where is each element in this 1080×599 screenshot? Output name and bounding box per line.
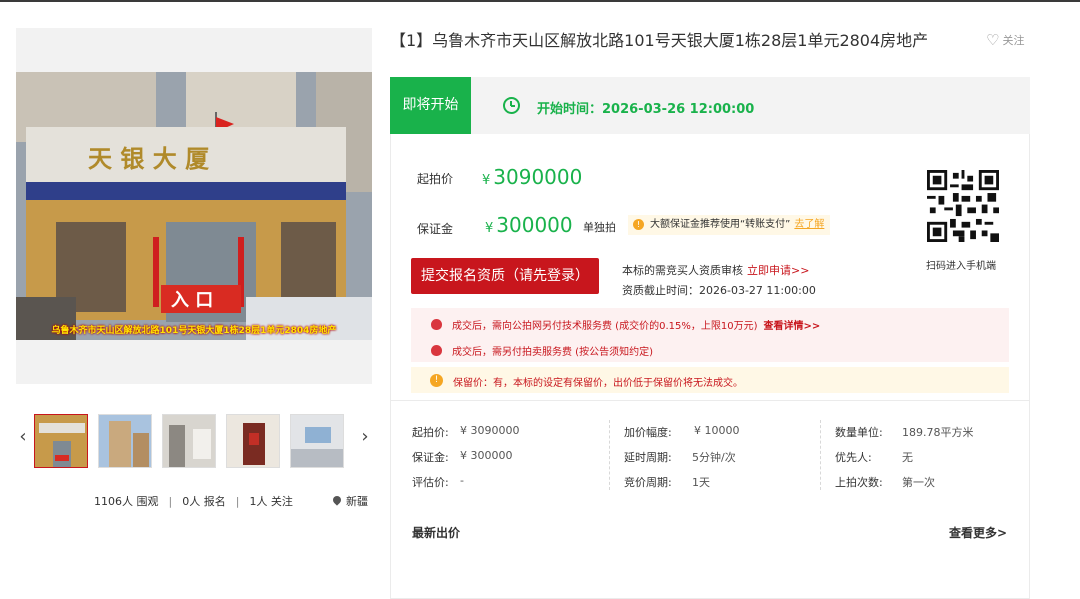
deposit-price: ¥300000 [485,213,573,237]
listing-title: 【1】乌鲁木齐市天山区解放北路101号天银大厦1栋28层1单元2804房地产 [390,31,929,50]
start-time: 开始时间：2026-03-26 12:00:00 [537,102,755,117]
stats-separator: | [235,495,240,508]
currency-symbol: ¥ [482,173,491,188]
deposit-tip-text: 大额保证金推荐使用“转账支付” [650,219,791,230]
deposit-tip: ! 大额保证金推荐使用“转账支付” 去了解 [628,215,831,235]
detail-priority: 优先人: 无 [835,451,913,464]
prev-arrow-icon[interactable]: ‹ [16,426,30,448]
reserve-notice: ! 保留价：有，本标的设定有保留价，出价低于保留价将无法成交。 [411,367,1009,393]
fee-notice: 成交后，需向公拍网另付技术服务费 (成交价的0.15%，上限10万元) 查看详情>… [411,308,1009,362]
follow-button[interactable]: ♡ 关注 [986,30,1025,49]
auction-fee-text: 成交后，需另付拍卖服务费 (按公告须知约定) [452,347,653,358]
thumbnail-5[interactable] [290,414,344,468]
thumbnail-strip: ‹ › [16,414,372,468]
detail-quantity: 数量单位: 189.78平方米 [835,426,974,439]
detail-appraisal: 评估价: - [412,474,464,489]
details-column-2: 加价幅度: ¥ 10000 延时周期: 5分钟/次 竞价周期: 1天 [609,420,820,490]
auction-details-grid: 起拍价: ¥ 3090000 保证金: ¥ 300000 评估价: - 加价幅度: ¥ … [391,420,1029,500]
section-divider [391,400,1029,401]
thumbnail-2[interactable] [98,414,152,468]
details-column-1: 起拍价: ¥ 3090000 保证金: ¥ 300000 评估价: - [391,420,609,490]
listing-stats: 1106人 围观 | 0人 报名 | 1人 关注 [94,493,293,509]
thumbnail-4[interactable] [226,414,280,468]
deposit-value: 300000 [496,213,573,237]
reserve-text: 保留价：有，本标的设定有保留价，出价低于保留价将无法成交。 [453,378,743,389]
qr-caption: 扫码进入手机端 [926,261,996,272]
detail-start-price: 起拍价: ¥ 3090000 [412,424,520,439]
qualification-deadline: 资质截止时间：2026-03-27 11:00:00 [622,284,816,297]
location-text: 新疆 [346,495,368,508]
start-price: ¥3090000 [482,165,582,189]
next-arrow-icon[interactable]: › [358,426,372,448]
info-icon: ! [633,219,644,230]
start-price-value: 3090000 [493,165,583,189]
qr-code-icon [927,170,999,242]
detail-deposit: 保证金: ¥ 300000 [412,449,513,464]
deposit-label: 保证金 [417,222,454,236]
deposit-tip-link[interactable]: 去了解 [794,219,824,230]
latest-bids-title: 最新出价 [412,526,461,540]
clock-icon [503,97,520,114]
signups-count: 0人 报名 [182,495,226,508]
stats-separator: | [168,495,173,508]
photo-entrance-text: 入 口 [171,290,213,311]
details-column-3: 数量单位: 189.78平方米 优先人: 无 上拍次数: 第一次 [820,420,1029,490]
qualification-review: 本标的需竞买人资质审核 立即申请>> [622,262,809,278]
detail-delay-period: 延时周期: 5分钟/次 [624,451,736,464]
thumbnail-3[interactable] [162,414,216,468]
follows-count: 1人 关注 [249,495,293,508]
apply-now-link[interactable]: 立即申请>> [747,264,809,277]
detail-increment: 加价幅度: ¥ 10000 [624,424,740,439]
photo-sign-text: 天 银 大 厦 [88,144,209,173]
thumbnail-1[interactable] [34,414,88,468]
auction-panel: 起拍价 ¥3090000 保证金 ¥300000 单独拍 ! 大额保证金推荐使用“… [390,134,1030,599]
money-bag-icon [431,345,442,356]
detail-listing-count: 上拍次数: 第一次 [835,476,935,489]
start-price-label: 起拍价 [417,172,454,186]
views-count: 1106人 围观 [94,495,159,508]
info-icon: ! [430,374,443,387]
main-image-frame: 天 银 大 厦 入 口 乌鲁木齐市天山区解放北路101号天银大厦1栋28层1单元… [16,28,372,384]
photo-caption: 乌鲁木齐市天山区解放北路101号天银大厦1栋28层1单元2804房地产 [51,326,337,336]
single-bid-tag: 单独拍 [583,221,616,234]
location: 新疆 [331,493,368,509]
tech-fee-line: 成交后，需向公拍网另付技术服务费 (成交价的0.15%，上限10万元) 查看详情>… [431,317,820,332]
tech-fee-details-link[interactable]: 查看详情>> [763,321,820,332]
auction-fee-line: 成交后，需另付拍卖服务费 (按公告须知约定) [431,343,653,358]
apply-qualification-button[interactable]: 提交报名资质（请先登录） [411,258,599,294]
auction-status-bar: 即将开始 开始时间：2026-03-26 12:00:00 [390,77,1030,134]
review-text: 本标的需竞买人资质审核 [622,264,743,277]
heart-icon: ♡ [986,31,1000,49]
top-border [0,0,1080,2]
money-bag-icon [431,319,442,330]
view-more-link[interactable]: 查看更多> [949,524,1007,541]
tech-fee-text: 成交后，需向公拍网另付技术服务费 (成交价的0.15%，上限10万元) [452,321,758,332]
location-pin-icon [331,494,343,506]
status-badge: 即将开始 [390,77,471,134]
main-photo[interactable]: 天 银 大 厦 入 口 乌鲁木齐市天山区解放北路101号天银大厦1栋28层1单元… [16,72,372,340]
currency-symbol: ¥ [485,221,494,236]
detail-bid-period: 竞价周期: 1天 [624,476,710,489]
follow-label: 关注 [1002,34,1025,47]
